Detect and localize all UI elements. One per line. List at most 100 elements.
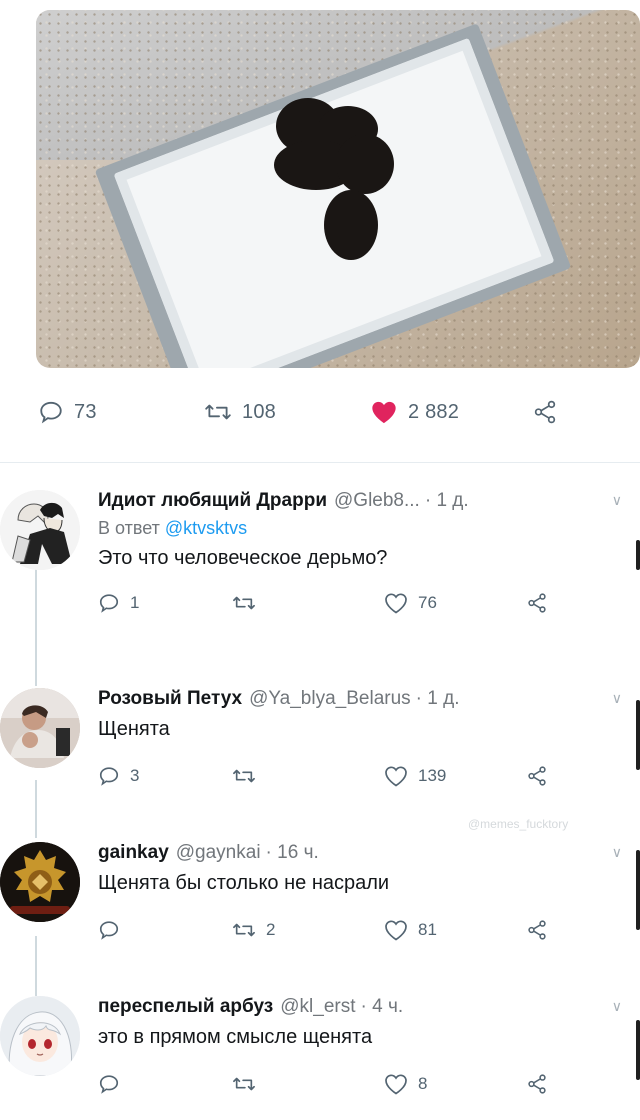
reply-tweet[interactable]: Розовый Петух @Ya_blya_Belarus · 1 д. ∨ … bbox=[0, 688, 640, 818]
heart-icon bbox=[385, 593, 407, 614]
like-count: 81 bbox=[418, 920, 437, 939]
share-action[interactable] bbox=[526, 913, 548, 947]
share-nodes-icon bbox=[534, 400, 556, 424]
avatar-illustration bbox=[0, 490, 80, 570]
reply-text: Щенята бы столько не насрали bbox=[98, 872, 390, 894]
heart-icon bbox=[385, 920, 407, 941]
speech-bubble-icon bbox=[99, 1075, 119, 1094]
like-action[interactable]: 139 bbox=[384, 759, 446, 793]
reply-header: gainkay @gaynkai · 16 ч. bbox=[98, 842, 626, 864]
avatar-anime-girl bbox=[0, 996, 80, 1076]
retweet-arrows-icon bbox=[233, 596, 255, 610]
retweet-action[interactable] bbox=[232, 759, 266, 793]
reply-action[interactable] bbox=[98, 913, 130, 947]
like-count: 8 bbox=[418, 1074, 428, 1093]
tweet-action-bar: 73 108 2 882 bbox=[36, 390, 596, 434]
edge-artifact bbox=[636, 850, 640, 930]
avatar[interactable] bbox=[0, 490, 80, 570]
username[interactable]: @Ya_blya_Belarus bbox=[249, 688, 411, 710]
reply-action[interactable]: 3 bbox=[98, 759, 139, 793]
avatar-photo bbox=[0, 688, 80, 768]
share-action[interactable] bbox=[526, 586, 548, 620]
chevron-down-icon[interactable]: ∨ bbox=[612, 844, 622, 861]
retweet-action[interactable]: 108 bbox=[204, 390, 276, 434]
timestamp[interactable]: · 4 ч. bbox=[361, 996, 404, 1018]
like-action[interactable]: 2 882 bbox=[370, 390, 459, 434]
display-name[interactable]: Идиот любящий Драрри bbox=[98, 490, 327, 512]
reply-context: В ответ @ktvsktvs bbox=[98, 518, 626, 539]
reply-tweet[interactable]: Идиот любящий Драрри @Gleb8... · 1 д. ∨ … bbox=[0, 490, 640, 650]
display-name[interactable]: Розовый Петух bbox=[98, 688, 242, 710]
share-nodes-icon bbox=[528, 1074, 546, 1094]
edge-artifact bbox=[636, 1020, 640, 1080]
photo-puppy bbox=[336, 134, 394, 194]
avatar[interactable] bbox=[0, 688, 80, 768]
like-action[interactable]: 8 bbox=[384, 1067, 427, 1101]
retweet-arrows-icon bbox=[233, 1077, 255, 1091]
like-count: 139 bbox=[418, 766, 447, 785]
display-name[interactable]: переспелый арбуз bbox=[98, 996, 273, 1018]
reply-action[interactable]: 1 bbox=[98, 586, 139, 620]
chevron-down-icon[interactable]: ∨ bbox=[612, 998, 622, 1015]
reply-tweet[interactable]: переспелый арбуз @kl_erst · 4 ч. ∨ это в… bbox=[0, 996, 640, 1120]
retweet-count: 2 bbox=[266, 920, 276, 939]
divider bbox=[0, 462, 640, 463]
speech-bubble-icon bbox=[99, 767, 119, 786]
username[interactable]: @gaynkai bbox=[176, 842, 261, 864]
speech-bubble-icon bbox=[99, 594, 119, 613]
reply-tweet[interactable]: gainkay @gaynkai · 16 ч. ∨ Щенята бы сто… bbox=[0, 842, 640, 972]
chevron-down-icon[interactable]: ∨ bbox=[612, 492, 622, 509]
display-name[interactable]: gainkay bbox=[98, 842, 169, 864]
reply-header: Розовый Петух @Ya_blya_Belarus · 1 д. bbox=[98, 688, 626, 710]
like-action[interactable]: 76 bbox=[384, 586, 437, 620]
retweet-arrows-icon bbox=[233, 923, 255, 937]
retweet-action[interactable] bbox=[232, 586, 266, 620]
share-nodes-icon bbox=[528, 593, 546, 613]
share-action[interactable] bbox=[526, 1067, 548, 1101]
username[interactable]: @kl_erst bbox=[280, 996, 355, 1018]
speech-bubble-icon bbox=[40, 401, 62, 424]
retweet-action[interactable] bbox=[232, 1067, 266, 1101]
heart-icon bbox=[385, 766, 407, 787]
reply-text: Щенята bbox=[98, 718, 170, 740]
avatar-emblem bbox=[0, 842, 80, 922]
username[interactable]: @Gleb8... bbox=[334, 490, 420, 512]
reply-count: 1 bbox=[130, 593, 140, 612]
reply-text: Это что человеческое дерьмо? bbox=[98, 547, 388, 569]
retweet-arrows-icon bbox=[233, 769, 255, 783]
reply-to-label: В ответ bbox=[98, 518, 160, 538]
avatar[interactable] bbox=[0, 996, 80, 1076]
reply-action-bar: 2 81 bbox=[98, 913, 626, 947]
edge-artifact bbox=[636, 540, 640, 570]
reply-to-mention[interactable]: @ktvsktvs bbox=[165, 518, 247, 538]
retweet-count: 108 bbox=[242, 400, 276, 423]
heart-icon bbox=[372, 401, 396, 424]
retweet-arrows-icon bbox=[205, 404, 231, 420]
timestamp[interactable]: · 16 ч. bbox=[266, 842, 319, 864]
timestamp[interactable]: · 1 д. bbox=[416, 688, 460, 710]
like-count: 2 882 bbox=[408, 400, 460, 423]
reply-count: 73 bbox=[74, 400, 97, 423]
photo-puppy bbox=[324, 190, 378, 260]
reply-action-bar: 3 139 bbox=[98, 759, 626, 793]
reply-header: Идиот любящий Драрри @Gleb8... · 1 д. bbox=[98, 490, 626, 512]
reply-action[interactable]: 73 bbox=[38, 390, 97, 434]
like-count: 76 bbox=[418, 593, 437, 612]
share-nodes-icon bbox=[528, 920, 546, 940]
reply-count: 3 bbox=[130, 766, 140, 785]
share-nodes-icon bbox=[528, 766, 546, 786]
speech-bubble-icon bbox=[99, 921, 119, 940]
watermark: @memes_fucktory bbox=[468, 817, 569, 831]
reply-action[interactable] bbox=[98, 1067, 130, 1101]
edge-artifact bbox=[636, 700, 640, 770]
chevron-down-icon[interactable]: ∨ bbox=[612, 690, 622, 707]
timestamp[interactable]: · 1 д. bbox=[425, 490, 469, 512]
tweet-photo[interactable] bbox=[36, 10, 640, 368]
share-action[interactable] bbox=[532, 390, 558, 434]
retweet-action[interactable]: 2 bbox=[232, 913, 275, 947]
like-action[interactable]: 81 bbox=[384, 913, 437, 947]
share-action[interactable] bbox=[526, 759, 548, 793]
reply-action-bar: 8 bbox=[98, 1067, 626, 1101]
avatar[interactable] bbox=[0, 842, 80, 922]
reply-action-bar: 1 76 bbox=[98, 586, 626, 620]
